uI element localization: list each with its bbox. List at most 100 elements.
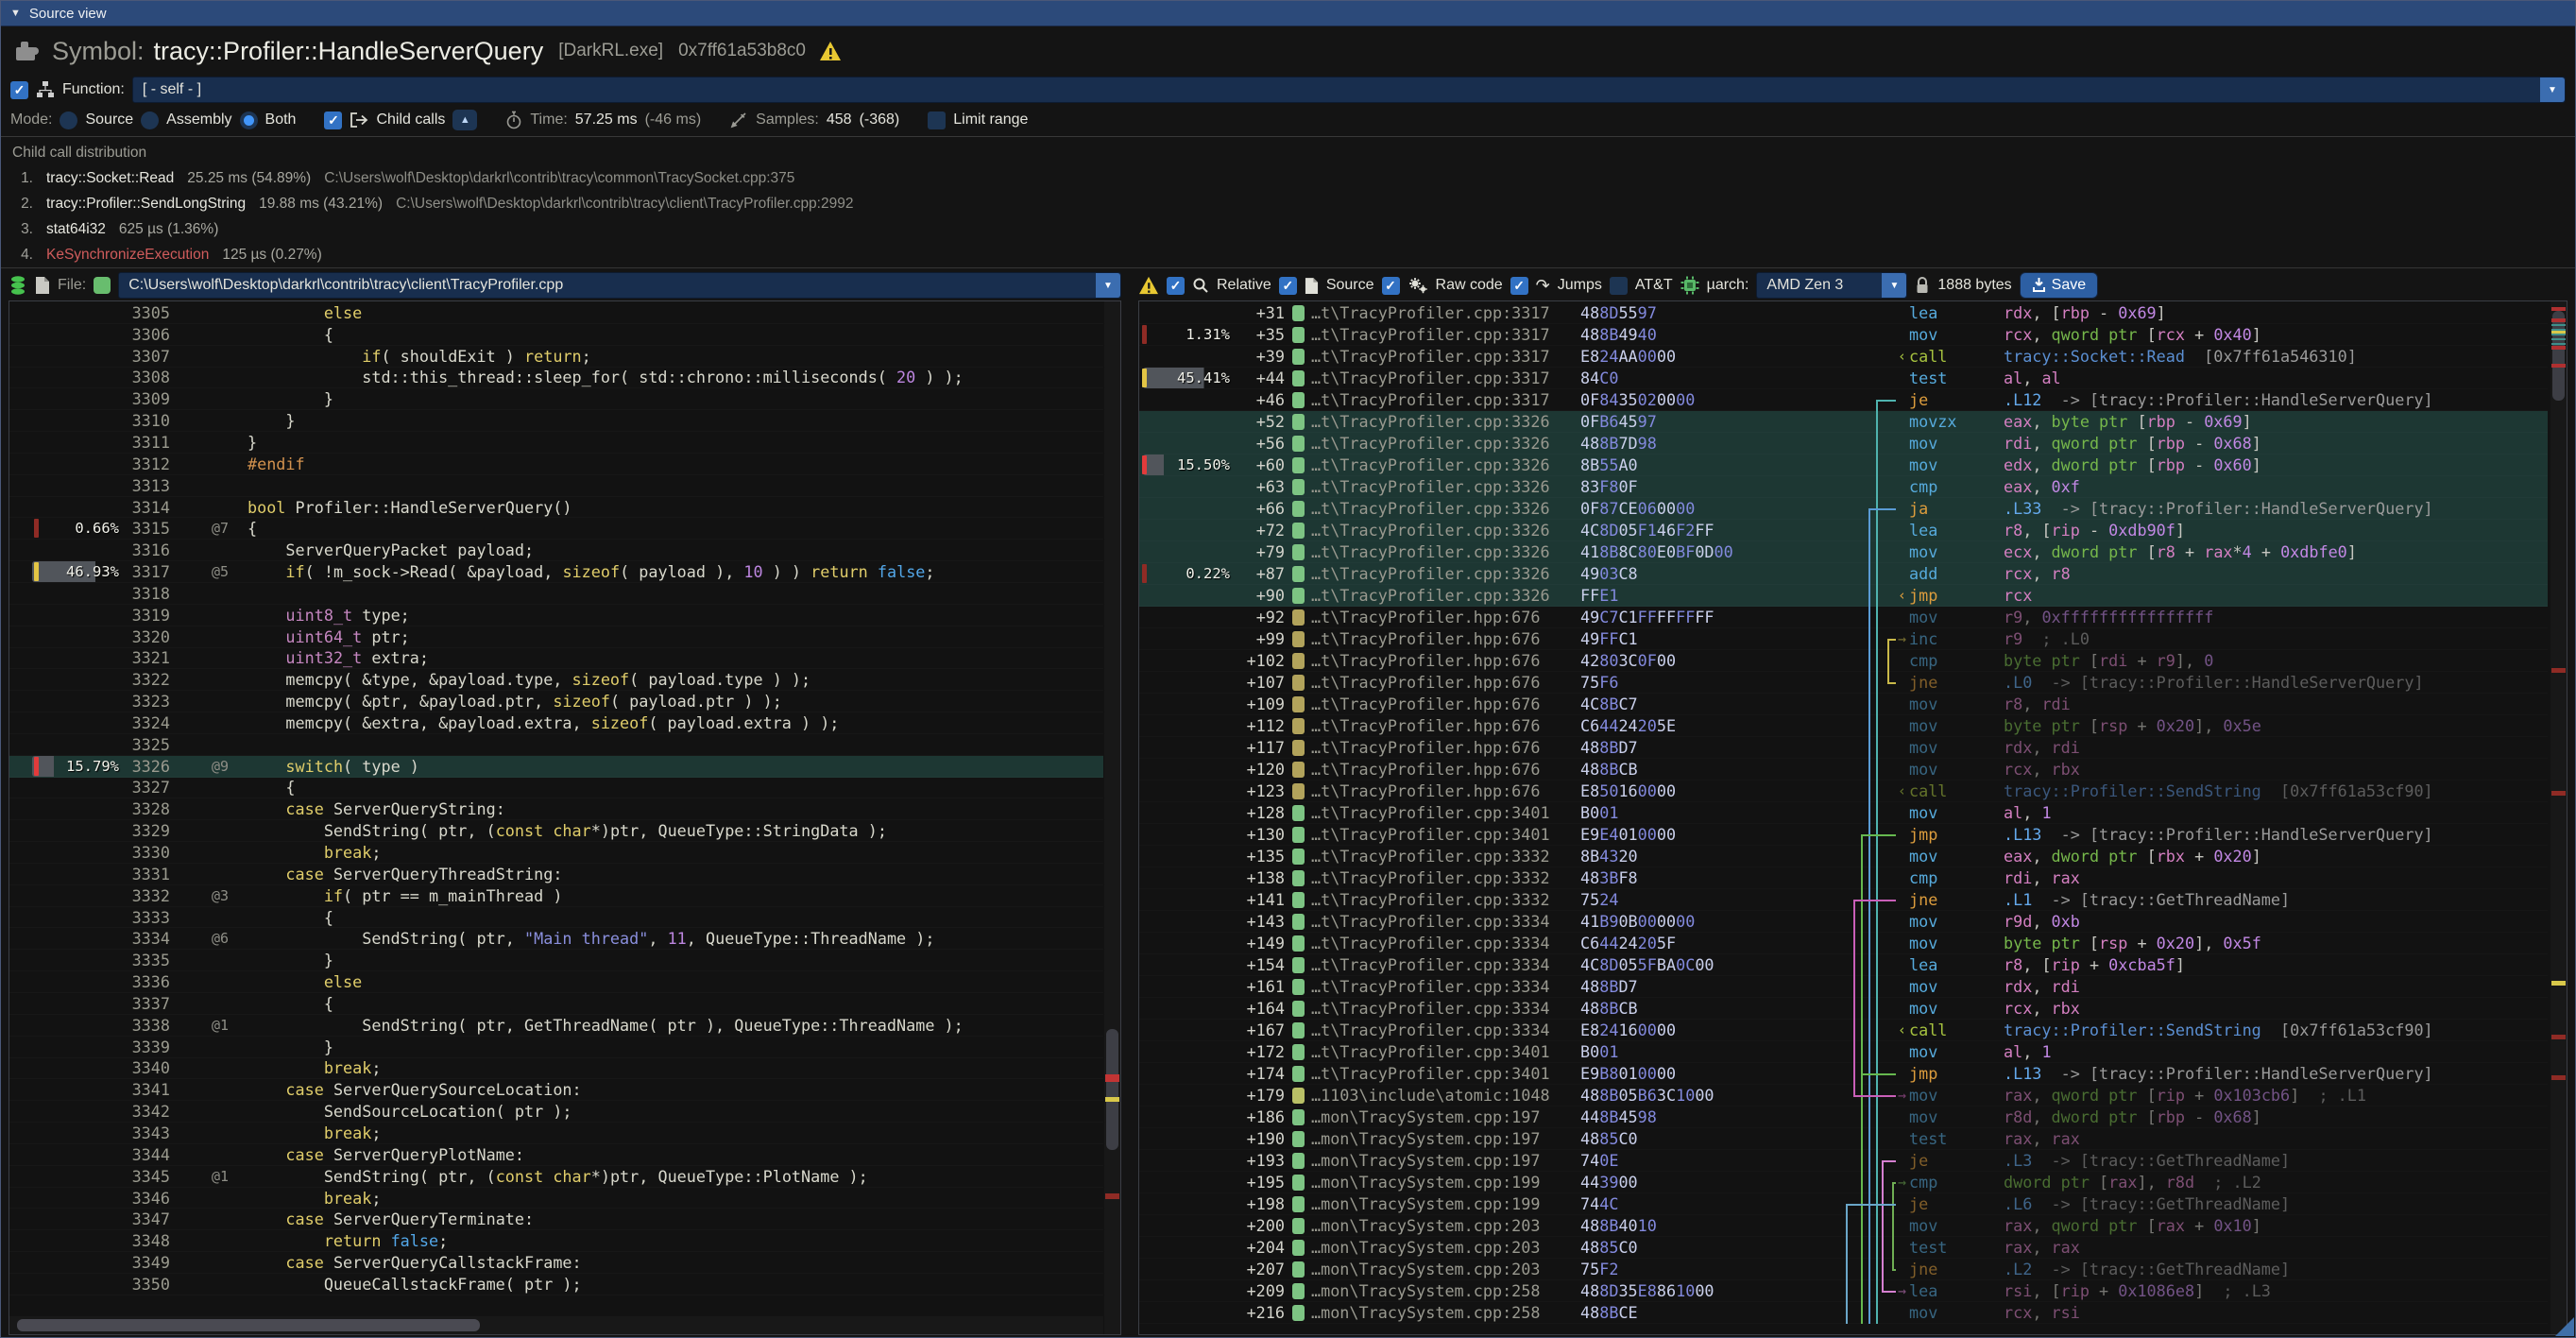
source-line-row[interactable]: 3309 } xyxy=(9,388,1103,410)
asm-instruction-row[interactable]: 0.22%+87…t\TracyProfiler.cpp:33264903C8a… xyxy=(1139,563,2548,585)
asm-instruction-row[interactable]: +167…t\TracyProfiler.cpp:3334E824160000‹… xyxy=(1139,1020,2548,1041)
asm-instruction-row[interactable]: +79…t\TracyProfiler.cpp:3326418B8C80E0BF… xyxy=(1139,541,2548,563)
radio-both[interactable] xyxy=(240,112,258,129)
asm-instruction-row[interactable]: +143…t\TracyProfiler.cpp:333441B90B00000… xyxy=(1139,911,2548,933)
source-line-row[interactable]: 46.93%3317@5 if( !m_sock->Read( &payload… xyxy=(9,561,1103,583)
source-line-row[interactable]: 3305 else xyxy=(9,302,1103,324)
asm-instruction-row[interactable]: 1.31%+35…t\TracyProfiler.cpp:3317488B494… xyxy=(1139,324,2548,346)
source-line-row[interactable]: 3314bool Profiler::HandleServerQuery() xyxy=(9,497,1103,519)
child-call-row[interactable]: 1.tracy::Socket::Read25.25 ms (54.89%)C:… xyxy=(12,165,2564,191)
chevron-down-icon[interactable]: ▼ xyxy=(2540,77,2565,102)
source-line-row[interactable]: 3320 uint64_t ptr; xyxy=(9,626,1103,648)
asm-instruction-row[interactable]: +46…t\TracyProfiler.cpp:33170F8435020000… xyxy=(1139,389,2548,411)
scrollbar-thumb[interactable] xyxy=(17,1319,480,1331)
source-line-row[interactable]: 3327 { xyxy=(9,778,1103,799)
raw-code-checkbox[interactable] xyxy=(1382,277,1400,295)
source-vertical-scrollbar[interactable] xyxy=(1104,301,1120,1334)
source-line-row[interactable]: 3330 break; xyxy=(9,842,1103,864)
source-line-row[interactable]: 3313 xyxy=(9,475,1103,497)
source-line-row[interactable]: 3333 { xyxy=(9,907,1103,929)
function-combo[interactable]: [ - self - ] ▼ xyxy=(132,77,2566,103)
asm-instruction-row[interactable]: +204…mon\TracySystem.cpp:2034885C0testra… xyxy=(1139,1237,2548,1259)
radio-source[interactable] xyxy=(60,112,77,129)
function-checkbox[interactable] xyxy=(10,81,28,99)
asm-instruction-row[interactable]: +66…t\TracyProfiler.cpp:33260F87CE060000… xyxy=(1139,498,2548,520)
source-line-row[interactable]: 15.79%3326@9 switch( type ) xyxy=(9,756,1103,778)
source-line-row[interactable]: 3345@1 SendString( ptr, (const char*)ptr… xyxy=(9,1166,1103,1188)
source-line-row[interactable]: 3325 xyxy=(9,734,1103,756)
source-line-row[interactable]: 3328 case ServerQueryString: xyxy=(9,798,1103,820)
asm-instruction-row[interactable]: +198…mon\TracySystem.cpp:199744Cje.L6 ->… xyxy=(1139,1193,2548,1215)
scrollbar-thumb[interactable] xyxy=(1106,1029,1118,1150)
asm-instruction-row[interactable]: +112…t\TracyProfiler.hpp:676C64424205Emo… xyxy=(1139,715,2548,737)
resize-grip[interactable] xyxy=(2555,1317,2574,1336)
source-line-row[interactable]: 0.66%3315@7{ xyxy=(9,518,1103,540)
source-line-row[interactable]: 3341 case ServerQuerySourceLocation: xyxy=(9,1079,1103,1101)
radio-assembly[interactable] xyxy=(141,112,159,129)
source-line-row[interactable]: 3324 memcpy( &extra, &payload.extra, siz… xyxy=(9,712,1103,734)
asm-instruction-row[interactable]: +141…t\TracyProfiler.cpp:33327524jne.L1 … xyxy=(1139,889,2548,911)
asm-instruction-row[interactable]: +161…t\TracyProfiler.cpp:3334488BD7movrd… xyxy=(1139,976,2548,998)
asm-instruction-row[interactable]: +172…t\TracyProfiler.cpp:3401B001moval, … xyxy=(1139,1041,2548,1063)
source-line-row[interactable]: 3347 case ServerQueryTerminate: xyxy=(9,1209,1103,1230)
relative-checkbox[interactable] xyxy=(1167,277,1185,295)
source-line-row[interactable]: 3321 uint32_t extra; xyxy=(9,648,1103,670)
chevron-down-icon[interactable]: ▼ xyxy=(1882,273,1906,298)
source-line-row[interactable]: 3318 xyxy=(9,583,1103,605)
child-call-row[interactable]: 4.KeSynchronizeExecution125 µs (0.27%) xyxy=(12,242,2564,267)
save-button[interactable]: Save xyxy=(2020,272,2098,299)
asm-instruction-row[interactable]: +138…t\TracyProfiler.cpp:3332483BF8cmprd… xyxy=(1139,867,2548,889)
source-checkbox[interactable] xyxy=(1279,277,1297,295)
asm-instruction-row[interactable]: +63…t\TracyProfiler.cpp:332683F80Fcmpeax… xyxy=(1139,476,2548,498)
source-line-row[interactable]: 3329 SendString( ptr, (const char*)ptr, … xyxy=(9,820,1103,842)
source-line-row[interactable]: 3343 break; xyxy=(9,1123,1103,1144)
title-bar[interactable]: ▼ Source view xyxy=(1,1,2575,26)
asm-instruction-row[interactable]: +52…t\TracyProfiler.cpp:33260FB64597movz… xyxy=(1139,411,2548,433)
source-line-row[interactable]: 3323 memcpy( &ptr, &payload.ptr, sizeof(… xyxy=(9,691,1103,712)
file-combo[interactable]: C:\Users\wolf\Desktop\darkrl\contrib\tra… xyxy=(118,272,1121,299)
source-line-row[interactable]: 3316 ServerQueryPacket payload; xyxy=(9,540,1103,561)
collapse-icon[interactable]: ▼ xyxy=(10,8,21,19)
asm-instruction-row[interactable]: +123…t\TracyProfiler.hpp:676E850160000‹c… xyxy=(1139,780,2548,802)
asm-instruction-row[interactable]: +130…t\TracyProfiler.cpp:3401E9E4010000j… xyxy=(1139,824,2548,846)
att-checkbox[interactable] xyxy=(1610,277,1628,295)
source-line-row[interactable]: 3346 break; xyxy=(9,1188,1103,1209)
source-line-row[interactable]: 3310 } xyxy=(9,410,1103,432)
child-call-row[interactable]: 2.tracy::Profiler::SendLongString19.88 m… xyxy=(12,191,2564,216)
source-line-row[interactable]: 3332@3 if( ptr == m_mainThread ) xyxy=(9,885,1103,907)
asm-instruction-row[interactable]: +193…mon\TracySystem.cpp:197740Eje.L3 ->… xyxy=(1139,1150,2548,1172)
asm-instruction-row[interactable]: +179…1103\include\atomic:1048488B05B63C1… xyxy=(1139,1085,2548,1106)
asm-instruction-row[interactable]: +99…t\TracyProfiler.hpp:67649FFC1→incr9 … xyxy=(1139,628,2548,650)
source-line-row[interactable]: 3307 if( shouldExit ) return; xyxy=(9,346,1103,368)
source-line-row[interactable]: 3312#endif xyxy=(9,454,1103,475)
asm-instruction-row[interactable]: +216…mon\TracySystem.cpp:258488BCEmovrcx… xyxy=(1139,1302,2548,1324)
source-line-row[interactable]: 3334@6 SendString( ptr, "Main thread", 1… xyxy=(9,928,1103,950)
source-line-row[interactable]: 3331 case ServerQueryThreadString: xyxy=(9,864,1103,885)
source-line-row[interactable]: 3311} xyxy=(9,432,1103,454)
asm-instruction-row[interactable]: +174…t\TracyProfiler.cpp:3401E9B8010000j… xyxy=(1139,1063,2548,1085)
asm-instruction-row[interactable]: +135…t\TracyProfiler.cpp:33328B4320movea… xyxy=(1139,846,2548,867)
source-line-row[interactable]: 3342 SendSourceLocation( ptr ); xyxy=(9,1101,1103,1123)
asm-instruction-row[interactable]: +102…t\TracyProfiler.hpp:67642803C0F00cm… xyxy=(1139,650,2548,672)
jumps-checkbox[interactable] xyxy=(1510,277,1528,295)
source-line-row[interactable]: 3348 return false; xyxy=(9,1230,1103,1252)
collapse-child-calls-button[interactable]: ▲ xyxy=(452,110,477,130)
source-line-row[interactable]: 3339 } xyxy=(9,1037,1103,1058)
limit-range-checkbox[interactable] xyxy=(928,112,946,129)
source-line-row[interactable]: 3350 QueueCallstackFrame( ptr ); xyxy=(9,1274,1103,1295)
source-line-row[interactable]: 3349 case ServerQueryCallstackFrame: xyxy=(9,1252,1103,1274)
source-line-row[interactable]: 3308 std::this_thread::sleep_for( std::c… xyxy=(9,368,1103,389)
asm-instruction-row[interactable]: +149…t\TracyProfiler.cpp:3334C64424205Fm… xyxy=(1139,933,2548,954)
uarch-combo[interactable]: AMD Zen 3 ▼ xyxy=(1756,272,1907,299)
source-line-row[interactable]: 3338@1 SendString( ptr, GetThreadName( p… xyxy=(9,1015,1103,1037)
asm-instruction-row[interactable]: +120…t\TracyProfiler.hpp:676488BCBmovrcx… xyxy=(1139,759,2548,780)
source-line-row[interactable]: 3322 memcpy( &type, &payload.type, sizeo… xyxy=(9,669,1103,691)
source-line-row[interactable]: 3319 uint8_t type; xyxy=(9,605,1103,626)
asm-instruction-row[interactable]: +56…t\TracyProfiler.cpp:3326488B7D98movr… xyxy=(1139,433,2548,455)
child-call-row[interactable]: 3.stat64i32625 µs (1.36%) xyxy=(12,216,2564,242)
asm-instruction-row[interactable]: +107…t\TracyProfiler.hpp:67675F6jne.L0 -… xyxy=(1139,672,2548,694)
asm-instruction-row[interactable]: +90…t\TracyProfiler.cpp:3326FFE1‹jmprcx xyxy=(1139,585,2548,607)
asm-instruction-row[interactable]: +117…t\TracyProfiler.hpp:676488BD7movrdx… xyxy=(1139,737,2548,759)
asm-instruction-row[interactable]: 45.41%+44…t\TracyProfiler.cpp:331784C0te… xyxy=(1139,368,2548,389)
asm-instruction-row[interactable]: 15.50%+60…t\TracyProfiler.cpp:33268B55A0… xyxy=(1139,455,2548,476)
